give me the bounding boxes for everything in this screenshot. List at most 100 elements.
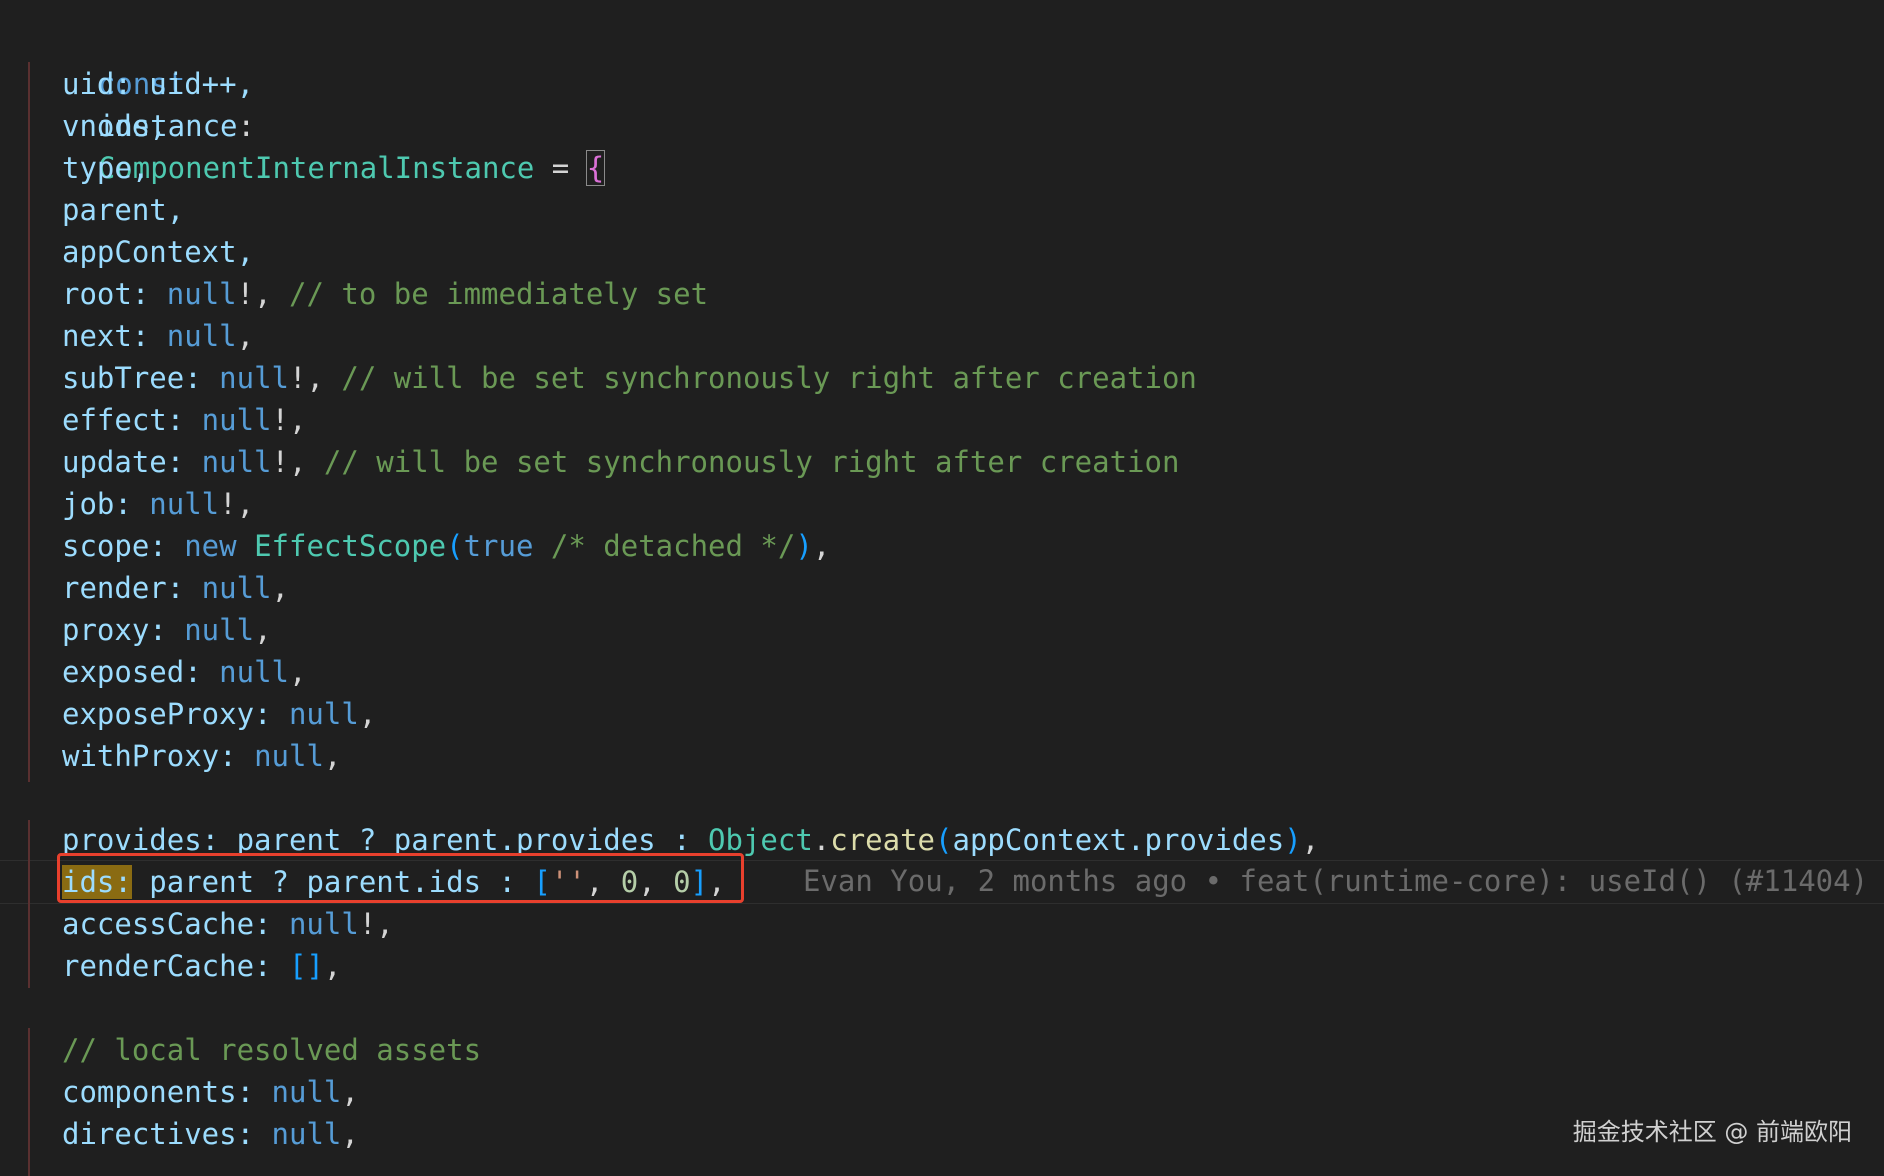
punctuation: , — [271, 571, 289, 605]
bracket: ( — [935, 823, 953, 857]
property-key: type, — [62, 151, 150, 185]
property-key: provides: — [62, 823, 220, 857]
git-blame-annotation: Evan You, 2 months ago • feat(runtime-co… — [803, 864, 1884, 898]
null-literal: null — [254, 1075, 342, 1109]
array-literal: [] — [271, 949, 324, 983]
property-key: appContext, — [62, 235, 255, 269]
punctuation: , — [341, 1075, 359, 1109]
null-literal: null — [201, 361, 289, 395]
annotation-highlight-box — [57, 853, 744, 903]
code-comment: // to be immediately set — [271, 277, 709, 311]
code-line[interactable]: parent, — [28, 189, 184, 231]
property-key: accessCache: — [62, 907, 272, 941]
null-literal: null — [271, 907, 359, 941]
code-line[interactable]: type, — [28, 147, 149, 189]
code-line[interactable]: job: null!, — [28, 483, 254, 525]
property-key: next: — [62, 319, 150, 353]
null-literal: null — [184, 403, 272, 437]
code-line[interactable]: effect: null!, — [28, 399, 306, 441]
argument: appContext.provides — [952, 823, 1285, 857]
watermark: 掘金技术社区 @ 前端欧阳 — [1572, 1118, 1852, 1146]
property-key: render: — [62, 571, 185, 605]
code-line[interactable]: withProxy: null, — [28, 735, 341, 777]
bracket: ) — [1284, 823, 1302, 857]
code-line[interactable]: directives: null, — [28, 1113, 359, 1155]
matching-brace: { — [585, 150, 606, 186]
property-value: uid++, — [131, 67, 255, 101]
punctuation: , — [236, 319, 255, 353]
code-line[interactable]: render: null, — [28, 567, 289, 609]
class-name: EffectScope — [236, 529, 447, 563]
operator: = — [534, 151, 587, 185]
property-key: root: — [62, 277, 150, 311]
code-line[interactable]: root: null!, // to be immediately set — [28, 273, 708, 315]
code-line[interactable]: update: null!, // will be set synchronou… — [28, 441, 1179, 483]
property-key: exposeProxy: — [62, 697, 272, 731]
code-line[interactable]: accessCache: null!, — [28, 903, 394, 945]
property-key: withProxy: — [62, 739, 237, 773]
punctuation: , — [323, 739, 342, 773]
code-line[interactable]: renderCache: [], — [28, 945, 341, 987]
bracket: ) — [795, 529, 813, 563]
punctuation: . — [812, 823, 831, 857]
type-name: ComponentInternalInstance — [97, 151, 535, 185]
property-key: parent, — [62, 193, 185, 227]
property-key: scope: — [62, 529, 167, 563]
boolean-literal: true — [463, 529, 534, 563]
code-line[interactable]: const instance: ComponentInternalInstanc… — [28, 21, 606, 186]
code-line[interactable]: exposed: null, — [28, 651, 306, 693]
null-literal: null — [271, 697, 359, 731]
property-key: uid: — [62, 67, 132, 101]
punctuation: : — [237, 109, 255, 143]
punctuation: , — [323, 949, 342, 983]
property-key: proxy: — [62, 613, 167, 647]
property-key: exposed: — [62, 655, 202, 689]
null-literal: null — [184, 445, 272, 479]
code-comment: // local resolved assets — [62, 1033, 482, 1067]
null-literal: null — [149, 319, 237, 353]
null-literal: null — [166, 613, 255, 647]
property-key: directives: — [62, 1117, 255, 1151]
class-name: Object — [708, 823, 813, 857]
punctuation: , — [812, 529, 831, 563]
punctuation: , — [254, 613, 272, 647]
code-line[interactable]: vnode, — [28, 105, 167, 147]
null-literal: null — [131, 487, 220, 521]
code-editor[interactable]: const instance: ComponentInternalInstanc… — [0, 0, 1884, 1176]
keyword: new — [166, 529, 237, 563]
null-literal: null — [254, 1117, 342, 1151]
code-line[interactable]: components: null, — [28, 1071, 359, 1113]
property-key: update: — [62, 445, 185, 479]
bracket: ( — [446, 529, 464, 563]
code-comment: // will be set synchronously right after… — [323, 361, 1197, 395]
null-literal: null — [149, 277, 237, 311]
property-key: subTree: — [62, 361, 202, 395]
property-key: components: — [62, 1075, 255, 1109]
punctuation: , — [358, 697, 377, 731]
property-key: effect: — [62, 403, 185, 437]
punctuation: !, — [236, 277, 272, 311]
code-line[interactable]: exposeProxy: null, — [28, 693, 376, 735]
code-line[interactable]: proxy: null, — [28, 609, 272, 651]
punctuation: !, — [358, 907, 394, 941]
function-name: create — [830, 823, 936, 857]
property-key: vnode, — [62, 109, 167, 143]
property-key: job: — [62, 487, 132, 521]
code-line[interactable]: // local resolved assets — [28, 1029, 481, 1071]
punctuation: , — [341, 1117, 359, 1151]
code-line[interactable]: uid: uid++, — [28, 63, 254, 105]
punctuation: !, — [219, 487, 255, 521]
code-line[interactable]: subTree: null!, // will be set synchrono… — [28, 357, 1197, 399]
punctuation: , — [1301, 823, 1320, 857]
code-comment: /* detached */ — [533, 529, 796, 563]
code-line[interactable]: appContext, — [28, 231, 254, 273]
property-key: renderCache: — [62, 949, 272, 983]
code-line[interactable]: scope: new EffectScope(true /* detached … — [28, 525, 830, 567]
null-literal: null — [184, 571, 272, 605]
punctuation: , — [289, 655, 307, 689]
punctuation: !, — [271, 445, 307, 479]
code-comment: // will be set synchronously right after… — [306, 445, 1180, 479]
expression: parent ? parent.provides : — [219, 823, 709, 857]
code-line[interactable]: next: null, — [28, 315, 254, 357]
punctuation: !, — [289, 361, 324, 395]
